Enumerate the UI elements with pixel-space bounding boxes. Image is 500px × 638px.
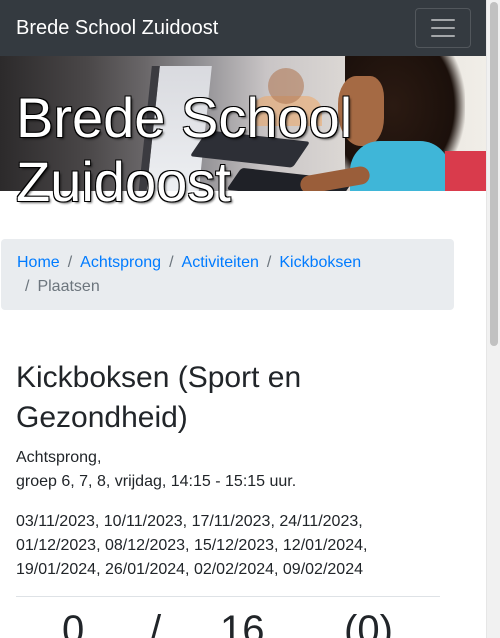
divider: [16, 596, 440, 597]
scrollbar-thumb[interactable]: [490, 2, 498, 346]
breadcrumb-current: Plaatsen: [37, 278, 100, 295]
activity-title: Kickboksen (Sport en Gezondheid): [16, 361, 302, 434]
activity-details: Kickboksen (Sport en Gezondheid) Achtspr…: [16, 358, 440, 582]
hamburger-menu-icon: [428, 13, 458, 43]
places-total: 16: [220, 608, 265, 638]
page-scrollbar[interactable]: [486, 0, 500, 638]
activity-schedule: groep 6, 7, 8, vrijdag, 14:15 - 15:15 uu…: [16, 473, 297, 490]
breadcrumb-kickboksen-link[interactable]: Kickboksen: [279, 254, 361, 271]
top-navbar: Brede School Zuidoost: [0, 0, 486, 56]
activity-location: Achtsprong,: [16, 449, 102, 466]
breadcrumb-achtsprong-link[interactable]: Achtsprong: [80, 254, 161, 271]
places-taken: 0: [62, 608, 85, 638]
places-counter: 0 / 16 (0): [16, 606, 440, 638]
activity-dates: 03/11/2023, 10/11/2023, 17/11/2023, 24/1…: [16, 513, 368, 578]
navbar-brand-link[interactable]: Brede School Zuidoost: [16, 16, 218, 40]
breadcrumb-home-link[interactable]: Home: [17, 254, 60, 271]
places-waiting: (0): [344, 608, 393, 638]
breadcrumb: Home / Achtsprong / Activiteiten / Kickboksen …: [1, 239, 454, 310]
breadcrumb-activiteiten-link[interactable]: Activiteiten: [182, 254, 259, 271]
activity-meta: Achtsprong, groep 6, 7, 8, vrijdag, 14:1…: [16, 446, 440, 494]
hero-title: Brede School Zuidoost: [16, 86, 353, 213]
places-separator: /: [150, 608, 162, 638]
navbar-toggler-button[interactable]: [415, 8, 471, 48]
